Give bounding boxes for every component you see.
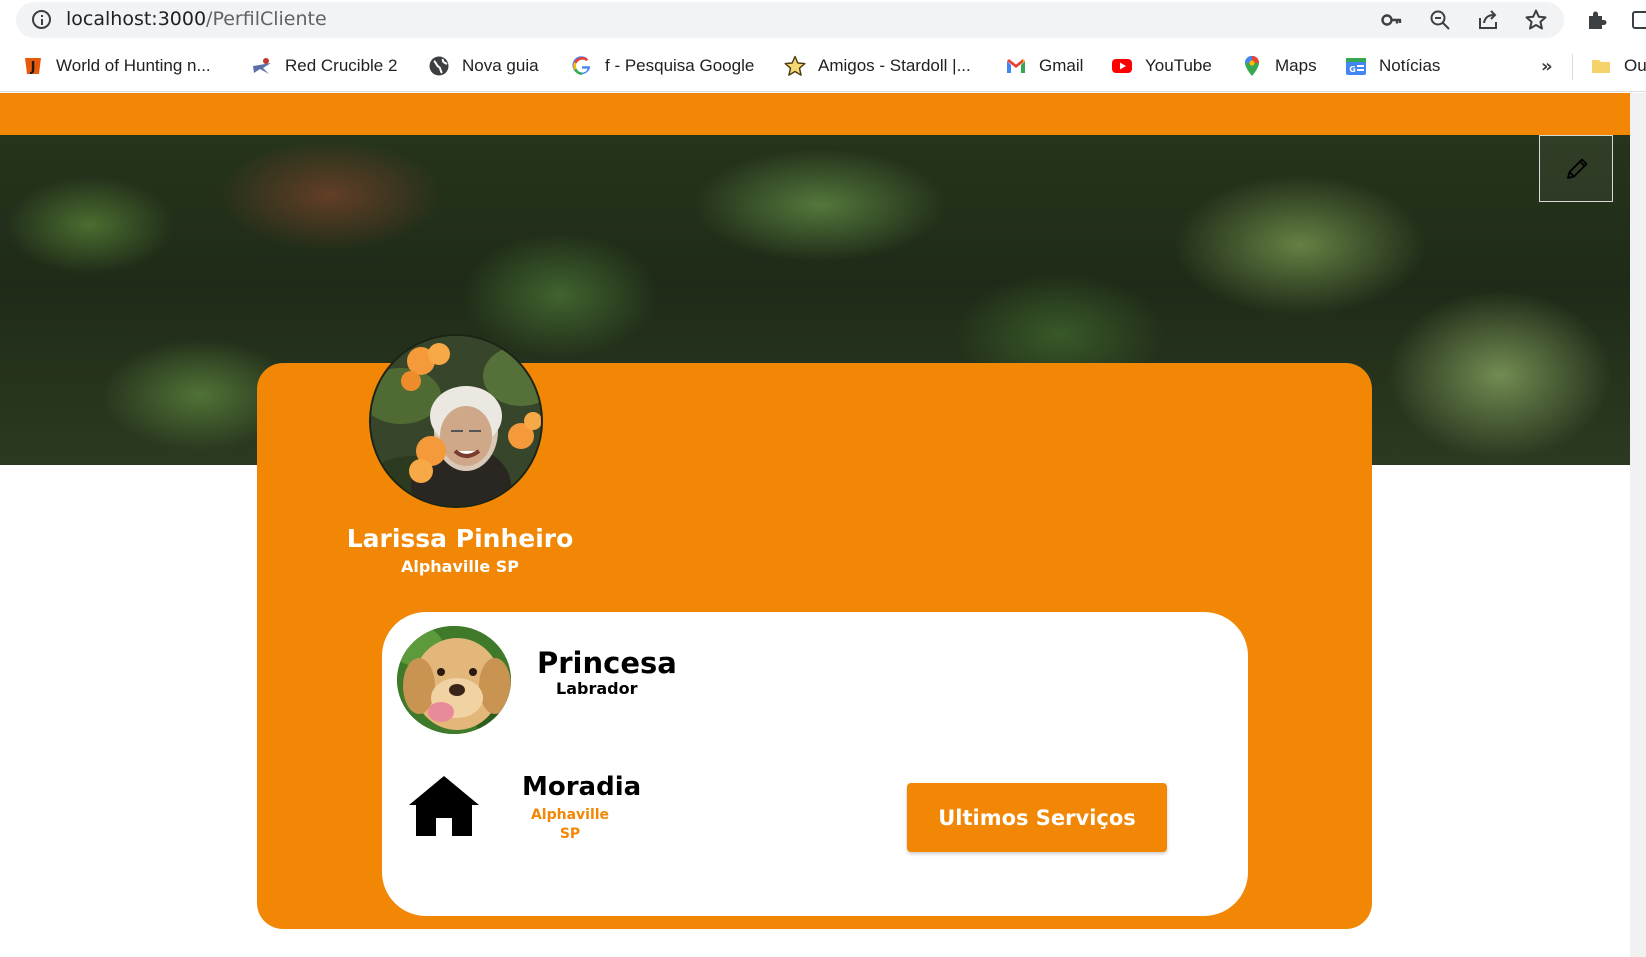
bookmark-label: YouTube	[1145, 56, 1212, 75]
bookmark-label: Notícias	[1379, 56, 1441, 75]
bookmark-red-crucible[interactable]: Red Crucible 2	[251, 54, 397, 78]
svg-text:J: J	[30, 60, 36, 75]
url-host: localhost:3000	[66, 8, 207, 30]
bookmarks-bar: J World of Hunting n... Red Crucible 2 N…	[0, 40, 1646, 92]
bookmark-stardoll[interactable]: Amigos - Stardoll |...	[784, 54, 971, 78]
profile-avatar	[369, 334, 543, 508]
bookmark-label: World of Hunting n...	[56, 56, 211, 75]
home-address-line1: Alphaville	[530, 807, 610, 823]
bookmark-world-of-hunting[interactable]: J World of Hunting n...	[22, 54, 211, 78]
pencil-icon	[1567, 158, 1588, 179]
bookmark-gmail[interactable]: Gmail	[1005, 54, 1083, 78]
zoom-out-icon[interactable]	[1428, 8, 1452, 32]
home-address-line2: SP	[559, 826, 581, 842]
bookmarks-overflow-button[interactable]: »	[1541, 56, 1553, 77]
edit-cover-button[interactable]	[1539, 135, 1613, 202]
bookmark-label: Maps	[1275, 56, 1317, 75]
pet-avatar	[397, 626, 511, 734]
pet-name: Princesa	[537, 646, 677, 680]
red-crucible-favicon	[253, 58, 271, 74]
site-info-icon[interactable]	[32, 10, 51, 29]
bookmark-label: Amigos - Stardoll |...	[818, 56, 971, 75]
page-scrollbar[interactable]	[1630, 93, 1646, 957]
url-path: /PerfilCliente	[206, 8, 327, 30]
bookmark-label: Nova guia	[462, 56, 539, 75]
bookmark-maps[interactable]: Maps	[1241, 54, 1317, 78]
folder-icon	[1592, 60, 1610, 73]
bookmark-noticias[interactable]: G Notícias	[1345, 54, 1440, 78]
bookmark-nova-guia[interactable]: Nova guia	[428, 54, 539, 78]
news-icon: G	[1346, 58, 1366, 75]
bookmark-label: Red Crucible 2	[285, 56, 398, 75]
gmail-icon	[1007, 59, 1025, 73]
hunting-favicon: J	[25, 58, 41, 75]
key-icon[interactable]	[1380, 8, 1404, 32]
url-text[interactable]: localhost:3000/PerfilCliente	[66, 8, 327, 30]
home-address: Alphaville SP	[522, 806, 618, 844]
top-nav-strip	[0, 93, 1630, 135]
maps-pin-icon	[1245, 56, 1259, 76]
bookmark-folder[interactable]: Ou	[1590, 54, 1646, 78]
youtube-icon	[1112, 59, 1132, 73]
bookmark-pesquisa-google[interactable]: f - Pesquisa Google	[571, 54, 754, 78]
bookmark-label: Gmail	[1039, 56, 1084, 75]
bookmarks-divider	[1572, 54, 1573, 80]
side-panel-icon[interactable]	[1630, 8, 1646, 32]
profile-name: Larissa Pinheiro	[346, 524, 574, 553]
bookmark-label: Ou	[1624, 56, 1646, 75]
address-bar-row: localhost:3000/PerfilCliente	[0, 0, 1646, 40]
last-services-button[interactable]: Ultimos Serviços	[907, 783, 1167, 852]
house-icon	[409, 776, 479, 836]
google-icon	[572, 56, 591, 75]
profile-photo	[371, 336, 541, 506]
svg-text:G: G	[1349, 65, 1356, 74]
profile-location: Alphaville SP	[400, 557, 520, 576]
pet-photo	[397, 626, 511, 734]
pet-card: Princesa Labrador Moradia Alphaville SP …	[382, 612, 1248, 916]
bookmark-star-icon[interactable]	[1524, 8, 1548, 32]
globe-icon	[429, 56, 449, 76]
bookmark-youtube[interactable]: YouTube	[1111, 54, 1212, 78]
share-icon[interactable]	[1476, 8, 1500, 32]
home-title: Moradia	[522, 772, 642, 802]
bookmark-label: f - Pesquisa Google	[605, 56, 755, 75]
pet-breed: Labrador	[556, 679, 638, 698]
stardoll-star-icon	[784, 55, 806, 76]
page-content: Larissa Pinheiro Alphaville SP Princesa …	[0, 93, 1630, 957]
extensions-icon[interactable]	[1585, 8, 1609, 32]
